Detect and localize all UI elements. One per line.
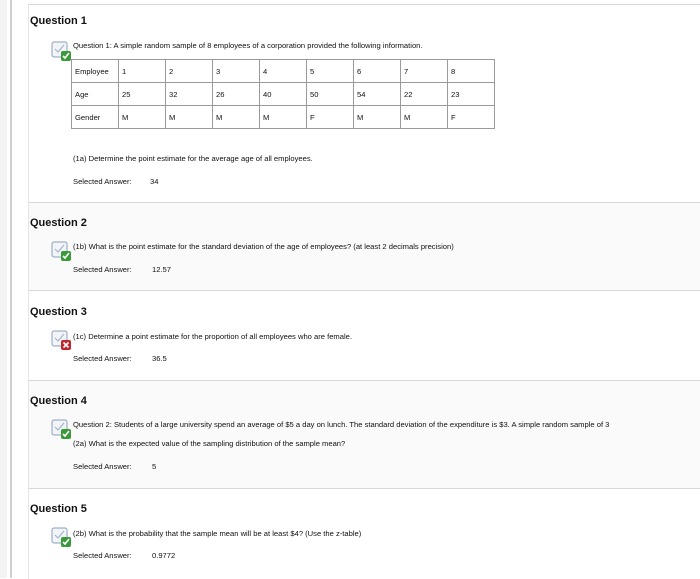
question-2-prompt: (1b) What is the point estimate for the … xyxy=(73,242,454,251)
table-cell: 22 xyxy=(400,82,448,106)
selected-answer-label: Selected Answer: xyxy=(73,551,132,560)
left-margin-rule xyxy=(10,0,12,578)
table-cell: M xyxy=(400,105,448,129)
incorrect-icon xyxy=(50,329,72,351)
table-cell: 50 xyxy=(306,82,354,106)
employee-data-table: Employee 1 2 3 4 5 6 7 8 Age 25 32 26 40… xyxy=(71,59,495,129)
table-cell: 1 xyxy=(118,59,166,83)
question-4-title: Question 4 xyxy=(30,395,87,407)
table-cell: M xyxy=(353,105,401,129)
question-1-title: Question 1 xyxy=(30,15,87,27)
table-cell: 26 xyxy=(212,82,260,106)
selected-answer-label: Selected Answer: xyxy=(73,177,132,186)
question-1-prompt: Question 1: A simple random sample of 8 … xyxy=(73,41,423,50)
question-2-title: Question 2 xyxy=(30,217,87,229)
table-cell: M xyxy=(212,105,260,129)
table-cell: 7 xyxy=(400,59,448,83)
table-cell: 23 xyxy=(447,82,495,106)
table-cell: 2 xyxy=(165,59,213,83)
selected-answer-value: 5 xyxy=(152,462,157,471)
question-5-title: Question 5 xyxy=(30,503,87,515)
table-cell: M xyxy=(259,105,307,129)
table-cell: Age xyxy=(71,82,119,106)
table-cell: 3 xyxy=(212,59,260,83)
table-cell: F xyxy=(306,105,354,129)
correct-icon xyxy=(50,40,72,62)
table-cell: 8 xyxy=(447,59,495,83)
selected-answer-value: 12.57 xyxy=(152,265,172,274)
question-3-title: Question 3 xyxy=(30,306,87,318)
selected-answer-label: Selected Answer: xyxy=(73,265,132,274)
question-4-sub-prompt: (2a) What is the expected value of the s… xyxy=(73,439,346,448)
question-4-prompt: Question 2: Students of a large universi… xyxy=(73,420,610,429)
table-cell: Gender xyxy=(71,105,119,129)
correct-icon xyxy=(50,240,72,262)
table-cell: 6 xyxy=(353,59,401,83)
correct-icon xyxy=(50,418,72,440)
selected-answer-label: Selected Answer: xyxy=(73,354,132,363)
table-cell: 40 xyxy=(259,82,307,106)
table-cell: 4 xyxy=(259,59,307,83)
table-cell: 5 xyxy=(306,59,354,83)
table-row: Employee 1 2 3 4 5 6 7 8 xyxy=(71,59,495,83)
table-row: Age 25 32 26 40 50 54 22 23 xyxy=(71,82,495,106)
question-5-prompt: (2b) What is the probability that the sa… xyxy=(73,529,362,538)
selected-answer-label: Selected Answer: xyxy=(73,462,132,471)
table-cell: M xyxy=(118,105,166,129)
question-3-prompt: (1c) Determine a point estimate for the … xyxy=(73,332,352,341)
correct-icon xyxy=(50,526,72,548)
table-cell: 32 xyxy=(165,82,213,106)
left-margin-strip xyxy=(0,0,7,578)
question-4-panel xyxy=(28,380,700,489)
table-row: Gender M M M M F M M F xyxy=(71,105,495,129)
question-1-sub-prompt: (1a) Determine the point estimate for th… xyxy=(73,154,313,163)
table-cell: 54 xyxy=(353,82,401,106)
selected-answer-value: 36.5 xyxy=(152,354,167,363)
table-cell: M xyxy=(165,105,213,129)
table-cell: F xyxy=(447,105,495,129)
selected-answer-value: 34 xyxy=(150,177,159,186)
table-cell: Employee xyxy=(71,59,119,83)
selected-answer-value: 0.9772 xyxy=(152,551,176,560)
table-cell: 25 xyxy=(118,82,166,106)
